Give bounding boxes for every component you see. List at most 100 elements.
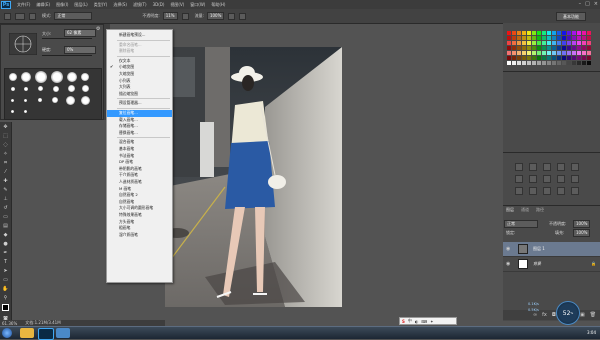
color-swatch[interactable]: [522, 31, 526, 35]
brush-tip[interactable]: [81, 73, 89, 81]
color-swatch[interactable]: [567, 31, 571, 35]
color-swatch[interactable]: [567, 36, 571, 40]
color-swatch[interactable]: [577, 36, 581, 40]
menu-filter[interactable]: 滤镜(T): [133, 2, 147, 8]
color-swatch[interactable]: [577, 31, 581, 35]
posterize-icon[interactable]: [529, 187, 537, 195]
eraser-tool-icon[interactable]: ▭: [2, 214, 9, 221]
color-swatch[interactable]: [547, 51, 551, 55]
toggle-brush-panel-icon[interactable]: [29, 12, 36, 20]
color-swatch[interactable]: [572, 46, 576, 50]
color-swatch[interactable]: [547, 56, 551, 60]
tab-channels[interactable]: 通道: [521, 207, 529, 213]
color-swatch[interactable]: [512, 36, 516, 40]
color-swatch[interactable]: [527, 46, 531, 50]
color-swatch[interactable]: [577, 46, 581, 50]
layer-name[interactable]: 图层 1: [533, 246, 545, 252]
brush-preset-picker-icon[interactable]: [15, 12, 25, 20]
color-swatch[interactable]: [532, 51, 536, 55]
menu-item[interactable]: 书法画笔: [107, 153, 172, 160]
color-swatch[interactable]: [572, 36, 576, 40]
color-swatch[interactable]: [552, 31, 556, 35]
color-swatch[interactable]: [587, 36, 591, 40]
tab-paths[interactable]: 路径: [536, 207, 544, 213]
tab-layers[interactable]: 图层: [506, 207, 514, 213]
menu-help[interactable]: 帮助(H): [211, 2, 225, 8]
color-swatch[interactable]: [557, 46, 561, 50]
menu-item[interactable]: 大缩览图: [107, 71, 172, 78]
color-swatch[interactable]: [547, 46, 551, 50]
color-swatch[interactable]: [527, 41, 531, 45]
menu-item[interactable]: DP 画笔: [107, 159, 172, 166]
brush-tip[interactable]: [68, 85, 75, 92]
color-swatch[interactable]: [562, 31, 566, 35]
brush-tip[interactable]: [38, 98, 42, 102]
color-swatch[interactable]: [537, 36, 541, 40]
color-swatch[interactable]: [582, 51, 586, 55]
color-swatch[interactable]: [587, 61, 591, 65]
color-swatch[interactable]: [572, 51, 576, 55]
color-swatch[interactable]: [507, 41, 511, 45]
color-swatch[interactable]: [537, 46, 541, 50]
brush-tip[interactable]: [9, 73, 17, 81]
threshold-icon[interactable]: [543, 187, 551, 195]
black-white-icon[interactable]: [543, 175, 551, 183]
color-swatch[interactable]: [552, 61, 556, 65]
ime-settings-icon[interactable]: ✦: [430, 319, 433, 324]
gradient-tool-icon[interactable]: ▤: [2, 223, 9, 230]
ime-keyboard-icon[interactable]: ⌨: [421, 319, 427, 324]
vibrance-icon[interactable]: [571, 163, 579, 171]
color-swatch[interactable]: [567, 51, 571, 55]
brush-tip[interactable]: [51, 71, 63, 83]
color-swatch[interactable]: [542, 41, 546, 45]
color-swatch[interactable]: [567, 56, 571, 60]
menu-file[interactable]: 文件(F): [17, 2, 30, 8]
brush-tip[interactable]: [35, 71, 47, 83]
menu-item[interactable]: 带阴影的画笔: [107, 166, 172, 173]
color-swatch[interactable]: [517, 31, 521, 35]
channel-mixer-icon[interactable]: [571, 175, 579, 183]
color-swatch[interactable]: [577, 61, 581, 65]
brush-tip[interactable]: [82, 85, 89, 92]
menu-item[interactable]: 混合画笔: [107, 139, 172, 146]
taskbar-clock[interactable]: 3:04: [587, 330, 596, 335]
rectangle-tool-icon[interactable]: ▭: [2, 277, 9, 284]
menu-item[interactable]: 干介质画笔: [107, 172, 172, 179]
color-swatch[interactable]: [512, 51, 516, 55]
color-swatch[interactable]: [537, 41, 541, 45]
menu-item[interactable]: 大列表: [107, 84, 172, 91]
color-swatch[interactable]: [572, 61, 576, 65]
color-swatch[interactable]: [522, 46, 526, 50]
blend-mode-select[interactable]: 正常: [504, 220, 538, 228]
brush-tip[interactable]: [67, 72, 77, 82]
color-swatches[interactable]: [2, 304, 12, 314]
photo-filter-icon[interactable]: [557, 175, 565, 183]
color-swatch[interactable]: [507, 31, 511, 35]
menu-item[interactable]: 新建画笔预设...: [107, 32, 172, 39]
color-swatch[interactable]: [582, 31, 586, 35]
color-swatch[interactable]: [512, 31, 516, 35]
color-swatch[interactable]: [522, 56, 526, 60]
color-swatch[interactable]: [542, 36, 546, 40]
exposure-icon[interactable]: [557, 163, 565, 171]
color-swatch[interactable]: [527, 51, 531, 55]
color-swatch[interactable]: [562, 51, 566, 55]
color-swatch[interactable]: [537, 56, 541, 60]
color-swatch[interactable]: [572, 56, 576, 60]
menu-item[interactable]: 粗画笔: [107, 225, 172, 232]
color-swatch[interactable]: [562, 61, 566, 65]
brush-tip[interactable]: [53, 86, 59, 92]
history-brush-tool-icon[interactable]: ↺: [2, 205, 9, 212]
layer-row-background[interactable]: ◉ 背景 🔒: [503, 257, 600, 272]
color-swatch[interactable]: [552, 46, 556, 50]
color-swatch[interactable]: [512, 61, 516, 65]
clone-stamp-tool-icon[interactable]: ⊥: [2, 196, 9, 203]
mode-select[interactable]: 正常: [54, 12, 93, 20]
layer-name[interactable]: 背景: [533, 261, 541, 267]
eyedropper-tool-icon[interactable]: ⁄: [2, 169, 9, 176]
color-swatch[interactable]: [517, 56, 521, 60]
gradient-map-icon[interactable]: [557, 187, 565, 195]
color-swatch[interactable]: [522, 41, 526, 45]
color-swatch[interactable]: [542, 56, 546, 60]
brush-tip[interactable]: [11, 87, 15, 91]
